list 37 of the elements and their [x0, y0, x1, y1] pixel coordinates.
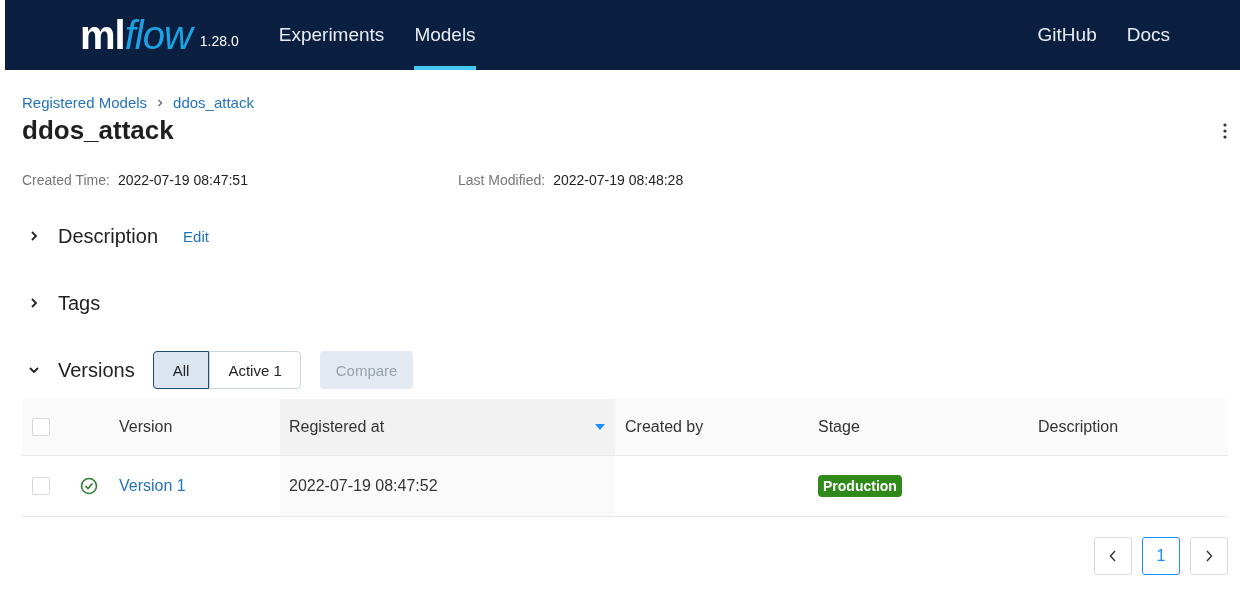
section-title[interactable]: Versions: [58, 358, 135, 382]
section-title[interactable]: Description: [58, 224, 159, 248]
chevron-right-icon: [156, 98, 165, 107]
breadcrumb-link[interactable]: Registered Models: [22, 94, 148, 111]
column-header[interactable]: Registered at: [280, 399, 615, 455]
nav-tab[interactable]: Experiments: [278, 0, 385, 70]
meta-label: Last Modified:: [458, 172, 546, 188]
page-title: ddos_attack: [22, 115, 174, 146]
chevron-down-icon[interactable]: [28, 364, 40, 376]
row-checkbox[interactable]: [32, 477, 50, 495]
column-header[interactable]: Version: [110, 399, 280, 455]
check-circle-icon: [80, 477, 98, 495]
edit-link[interactable]: Edit: [183, 227, 209, 245]
nav-tab[interactable]: Models: [414, 0, 476, 70]
sort-descending-icon: [595, 424, 605, 430]
chevron-right-icon[interactable]: [28, 297, 40, 309]
column-header[interactable]: Created by: [615, 399, 809, 455]
more-options-icon[interactable]: [1222, 121, 1228, 140]
meta-value: 2022-07-19 08:48:28: [553, 172, 684, 188]
meta-label: Created Time:: [22, 172, 110, 188]
stage-tag: Production: [818, 475, 902, 497]
chevron-left-icon: [1109, 550, 1117, 562]
version-link[interactable]: Version 1: [119, 477, 186, 495]
section-title[interactable]: Tags: [58, 291, 101, 315]
breadcrumb-link[interactable]: ddos_attack: [173, 94, 254, 111]
checkbox[interactable]: [32, 418, 50, 436]
filter-toggle-button[interactable]: Active 1: [209, 351, 301, 389]
nav-link[interactable]: GitHub: [1037, 0, 1097, 70]
meta-value: 2022-07-19 08:47:51: [117, 172, 248, 188]
column-header[interactable]: Description: [1029, 399, 1228, 455]
filter-toggle-button[interactable]: All: [152, 351, 210, 389]
nav-link[interactable]: Docs: [1126, 0, 1170, 70]
chevron-right-icon[interactable]: [28, 230, 40, 242]
chevron-right-icon: [1205, 550, 1213, 562]
version-label: 1.28.0: [199, 33, 239, 49]
column-header[interactable]: Stage: [809, 399, 1029, 455]
table-cell: 2022-07-19 08:47:52: [289, 477, 438, 495]
